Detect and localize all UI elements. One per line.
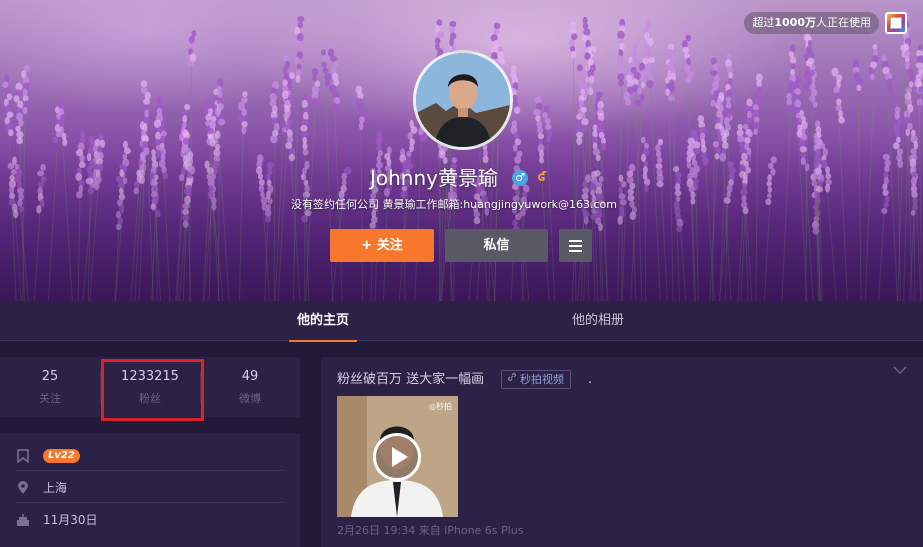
info-row-birthday: 11月30日 (0, 505, 300, 537)
tab-home[interactable]: 他的主页 (289, 301, 357, 342)
birthday-text: 11月30日 (43, 513, 98, 527)
following-label: 关注 (39, 392, 61, 405)
stats-card: 25 关注 1233215 粉丝 49 微博 (0, 357, 300, 417)
video-thumbnail[interactable]: ◎秒拍 (337, 396, 458, 517)
post-meta: 2月26日 19:34 来自 iPhone 6s Plus (337, 524, 524, 537)
promo-prefix: 超过 (752, 16, 775, 29)
play-icon[interactable] (373, 433, 421, 481)
stat-following[interactable]: 25 关注 (0, 357, 100, 417)
promo-highlight: 1000万 (774, 16, 816, 29)
message-button[interactable]: 私信 (445, 229, 548, 262)
fans-label: 粉丝 (139, 392, 161, 405)
video-link[interactable]: 秒拍视频 (501, 370, 571, 389)
bookmark-icon (16, 449, 30, 464)
follow-button[interactable]: + 关注 (330, 229, 434, 262)
location-pin-icon (16, 481, 30, 495)
profile-name: Johnny黄景瑜 (370, 166, 498, 190)
cake-icon (16, 513, 30, 527)
post-trailing: . (588, 372, 593, 387)
feed-post: 粉丝破百万 送大家一幅画 秒拍视频 . ◎秒拍 2月26日 19:34 来自 i… (321, 357, 923, 547)
location-text: 上海 (43, 481, 68, 495)
chevron-down-icon[interactable] (893, 363, 907, 379)
info-card: Lv22 上海 11月30日 (0, 433, 300, 547)
stat-fans[interactable]: 1233215 粉丝 (100, 357, 200, 417)
profile-tabs: 他的主页 他的相册 (0, 301, 923, 342)
skin-icon[interactable] (885, 12, 907, 34)
posts-label: 微博 (239, 392, 261, 405)
info-row-level: Lv22 (0, 441, 300, 473)
profile-bio: 没有签约任何公司 黄景瑜工作邮箱:huangjingyuwork@163.com (291, 198, 617, 211)
male-gender-icon: ♂ (512, 170, 528, 186)
following-count: 25 (41, 369, 59, 384)
member-badge-icon[interactable]: ʛ (533, 170, 551, 186)
info-row-location: 上海 (0, 473, 300, 505)
profile-page: 超过1000万人正在使用 Johnny黄景瑜 ♂ ʛ 没有签约任何公司 黄景瑜工… (0, 0, 923, 547)
promo-suffix: 人正在使用 (816, 16, 871, 29)
post-text: 粉丝破百万 送大家一幅画 (337, 372, 485, 387)
divider (16, 502, 284, 503)
video-link-label: 秒拍视频 (520, 373, 564, 386)
level-badge[interactable]: Lv22 (43, 449, 80, 463)
posts-count: 49 (241, 369, 259, 384)
video-watermark: ◎秒拍 (429, 402, 452, 411)
stat-posts[interactable]: 49 微博 (200, 357, 300, 417)
divider (16, 470, 284, 471)
fans-count: 1233215 (121, 369, 179, 384)
link-icon (506, 371, 520, 388)
avatar[interactable] (413, 50, 513, 150)
tab-album[interactable]: 他的相册 (560, 301, 636, 341)
menu-icon[interactable] (559, 229, 592, 262)
user-count-badge: 超过1000万人正在使用 (744, 12, 879, 34)
